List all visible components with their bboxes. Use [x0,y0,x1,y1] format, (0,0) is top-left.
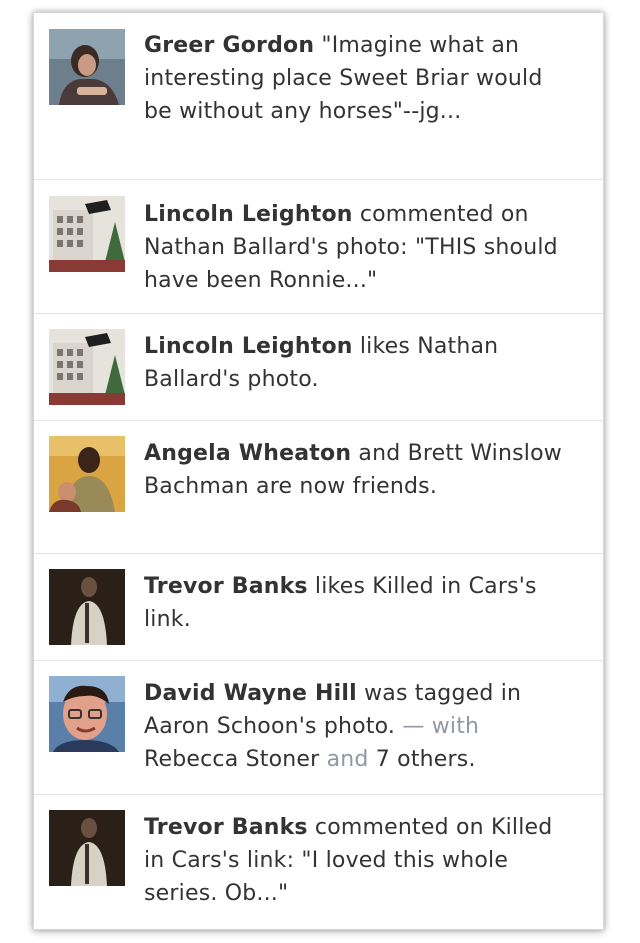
building-photo [49,196,125,272]
actor-name[interactable]: Lincoln Leighton [144,202,353,227]
actor-name[interactable]: Trevor Banks [144,815,308,840]
avatar[interactable] [49,676,125,752]
feed-item[interactable]: Lincoln Leighton commented on Nathan Bal… [34,180,603,314]
feed-item-text: Greer Gordon "Imagine what an interestin… [144,29,573,128]
feed-item-text: Lincoln Leighton likes Nathan Ballard's … [144,330,573,396]
feed-item-text: Angela Wheaton and Brett Winslow Bachman… [144,437,573,503]
actor-name[interactable]: David Wayne Hill [144,681,357,706]
feed-item-text: Lincoln Leighton commented on Nathan Bal… [144,198,573,297]
avatar[interactable] [49,29,125,105]
actor-name[interactable]: Lincoln Leighton [144,334,353,359]
ticker-feed-panel: Greer Gordon "Imagine what an interestin… [33,12,604,930]
avatar[interactable] [49,196,125,272]
avatar[interactable] [49,569,125,645]
avatar[interactable] [49,436,125,512]
feed-item[interactable]: Trevor Banks commented on Killed in Cars… [34,795,603,931]
person-portrait-photo [49,29,125,105]
tagged-person[interactable]: Rebecca Stoner [144,747,319,772]
actor-name[interactable]: Greer Gordon [144,33,314,58]
feed-item[interactable]: Lincoln Leighton likes Nathan Ballard's … [34,314,603,421]
actor-name[interactable]: Angela Wheaton [144,441,351,466]
others-link[interactable]: 7 others [376,747,469,772]
person-dark-photo [49,569,125,645]
feed-item[interactable]: Angela Wheaton and Brett Winslow Bachman… [34,421,603,554]
person-dark-photo [49,810,125,886]
feed-item-text: Trevor Banks commented on Killed in Cars… [144,811,573,910]
actor-name[interactable]: Trevor Banks [144,574,308,599]
story-end: . [468,747,476,772]
avatar[interactable] [49,810,125,886]
avatar[interactable] [49,329,125,405]
man-glasses-photo [49,676,125,752]
building-photo [49,329,125,405]
feed-item-text: Trevor Banks likes Killed in Cars's link… [144,570,573,636]
feed-item[interactable]: Greer Gordon "Imagine what an interestin… [34,13,603,180]
and-label: and [319,747,376,772]
feed-item-text: David Wayne Hill was tagged in Aaron Sch… [144,677,573,776]
couple-photo [49,436,125,512]
with-label: — with [395,714,480,739]
feed-item[interactable]: David Wayne Hill was tagged in Aaron Sch… [34,661,603,795]
feed-item[interactable]: Trevor Banks likes Killed in Cars's link… [34,554,603,661]
